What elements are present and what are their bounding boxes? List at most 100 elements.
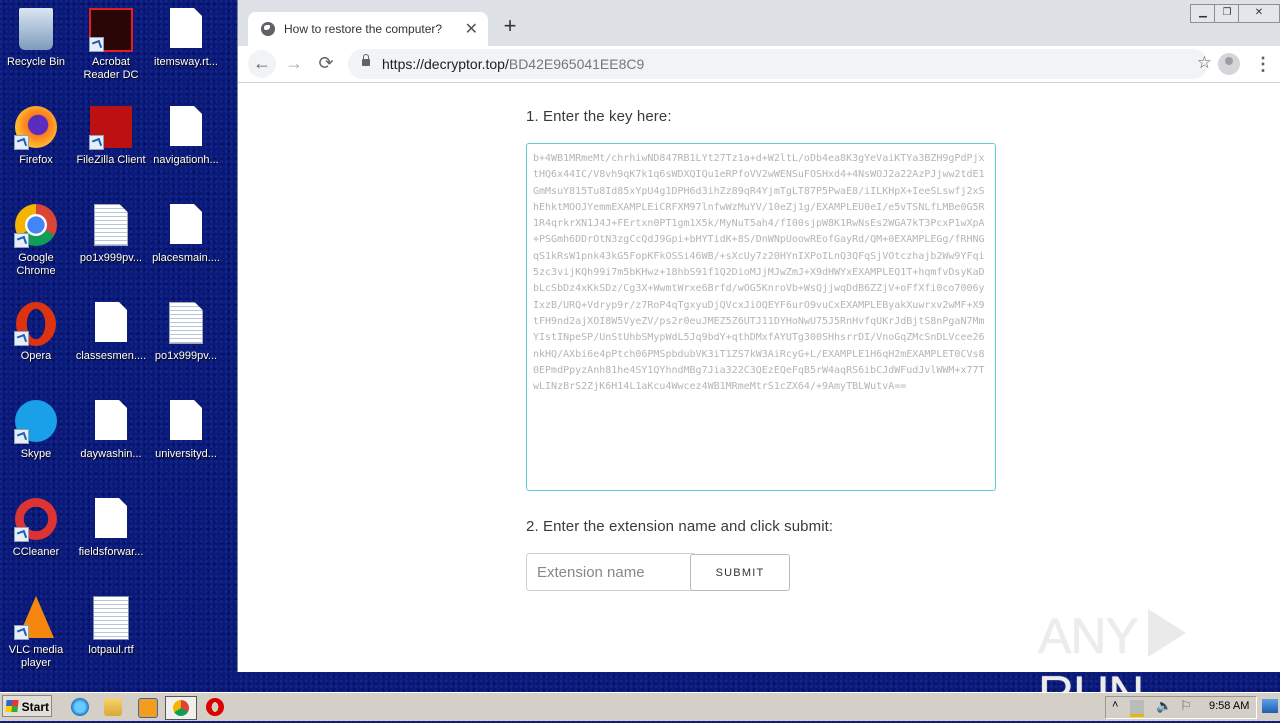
- url-path: BD42E965041EE8C9: [508, 56, 645, 72]
- forward-button[interactable]: →: [280, 50, 308, 78]
- restore-icon: ❐: [1222, 7, 1232, 18]
- desktop-icon[interactable]: classesmen....: [73, 296, 149, 363]
- close-icon: ✕: [1254, 7, 1264, 18]
- desktop-icon-label: po1x999pv...: [154, 350, 218, 362]
- desktop-icon[interactable]: itemsway.rt...: [148, 2, 224, 69]
- text-file-icon: [89, 204, 133, 248]
- desktop-icon-label: Firefox: [19, 154, 53, 166]
- desktop-icon[interactable]: Opera: [0, 296, 74, 363]
- new-tab-button[interactable]: +: [498, 14, 522, 38]
- desktop-icon-label: Google Chrome: [16, 252, 56, 277]
- globe-icon: [261, 22, 275, 36]
- desktop-icon[interactable]: FileZilla Client: [73, 100, 149, 167]
- tab-title: How to restore the computer?: [284, 22, 443, 36]
- skype-icon: [14, 400, 58, 444]
- file-icon: [89, 302, 133, 346]
- bookmark-star-icon[interactable]: ☆: [1197, 53, 1212, 73]
- show-hidden-icons[interactable]: ˄: [1112, 699, 1118, 711]
- recycle-bin-icon: [14, 8, 58, 52]
- tab-close-icon[interactable]: ✕: [465, 19, 478, 39]
- desktop-icon-label: fieldsforwar...: [78, 546, 144, 558]
- file-icon: [164, 8, 208, 52]
- desktop-icon[interactable]: Firefox: [0, 100, 74, 167]
- file-icon: [89, 400, 133, 444]
- url-host: https://decryptor.top/: [382, 56, 509, 72]
- desktop-icon[interactable]: po1x999pv...: [73, 198, 149, 265]
- reload-icon: ⟳: [318, 53, 334, 73]
- firefox-icon: [14, 106, 58, 150]
- desktop-icon[interactable]: fieldsforwar...: [73, 492, 149, 559]
- desktop-icon-label: VLC media player: [8, 644, 64, 669]
- desktop-icon[interactable]: Recycle Bin: [0, 2, 74, 69]
- filezilla-icon: [89, 106, 133, 150]
- desktop-icon[interactable]: VLC media player: [0, 590, 74, 670]
- word-doc-icon: [89, 596, 133, 640]
- media-player-icon[interactable]: [138, 698, 158, 718]
- chrome-taskbar-button[interactable]: [165, 696, 197, 720]
- step1-label: 1. Enter the key here:: [526, 108, 672, 125]
- desktop-icon-label: po1x999pv...: [79, 252, 143, 264]
- menu-dots-icon[interactable]: ⋮: [1254, 52, 1272, 76]
- desktop-icon[interactable]: universityd...: [148, 394, 224, 461]
- desktop-icon[interactable]: navigationh...: [148, 100, 224, 167]
- shortcut-arrow-icon: [14, 233, 29, 248]
- file-icon: [164, 106, 208, 150]
- chrome-icon: [173, 700, 189, 716]
- desktop-icon-label: CCleaner: [12, 546, 60, 558]
- browser-toolbar: ← → ⟳ https://decryptor.top/BD42E965041E…: [238, 46, 1280, 83]
- desktop-icon[interactable]: Acrobat Reader DC: [73, 2, 149, 82]
- submit-button[interactable]: SUBMIT: [690, 554, 790, 591]
- desktop-icon[interactable]: Google Chrome: [0, 198, 74, 278]
- volume-icon[interactable]: 🔈: [1156, 698, 1172, 714]
- text-file-icon: [164, 302, 208, 346]
- desktop-icon-label: Opera: [20, 350, 52, 362]
- explorer-icon[interactable]: [104, 698, 122, 716]
- file-icon: [164, 204, 208, 248]
- desktop-icon-label: placesmain....: [152, 252, 220, 264]
- opera-icon[interactable]: [206, 698, 224, 716]
- clock[interactable]: 9:58 AM: [1209, 700, 1249, 712]
- shortcut-arrow-icon: [14, 625, 29, 640]
- key-textarea[interactable]: [526, 143, 996, 491]
- desktop-icon[interactable]: po1x999pv...: [148, 296, 224, 363]
- shortcut-arrow-icon: [89, 37, 104, 52]
- start-button[interactable]: Start: [2, 695, 52, 717]
- back-button[interactable]: ←: [248, 50, 276, 78]
- arrow-right-icon: →: [285, 53, 303, 73]
- minimize-button[interactable]: ▁: [1190, 4, 1216, 23]
- desktop-icon[interactable]: lotpaul.rtf: [73, 590, 149, 657]
- desktop-icon[interactable]: Skype: [0, 394, 74, 461]
- desktop-icon[interactable]: placesmain....: [148, 198, 224, 265]
- play-logo-icon: [1147, 609, 1186, 657]
- network-warning-icon[interactable]: [1130, 700, 1144, 717]
- action-center-flag-icon[interactable]: ⚐: [1180, 698, 1192, 714]
- close-window-button[interactable]: ✕: [1238, 4, 1280, 23]
- arrow-left-icon: ←: [253, 53, 271, 73]
- shortcut-arrow-icon: [89, 135, 104, 150]
- shortcut-arrow-icon: [14, 527, 29, 542]
- ccleaner-icon: [14, 498, 58, 542]
- reload-button[interactable]: ⟳: [312, 50, 340, 78]
- desktop-icon-label: navigationh...: [153, 154, 219, 166]
- desktop-icon[interactable]: daywashin...: [73, 394, 149, 461]
- acrobat-reader-icon: [89, 8, 133, 52]
- windows-logo-icon: [5, 700, 19, 712]
- tab-strip: How to restore the computer? ✕ + ▁ ❐ ✕: [238, 0, 1280, 46]
- desktop-icon-label: Acrobat Reader DC: [83, 56, 139, 81]
- taskbar: Start ˄ 🔈 ⚐ 9:58 AM: [0, 692, 1280, 721]
- tab-active[interactable]: How to restore the computer? ✕: [248, 12, 488, 46]
- internet-explorer-icon[interactable]: [71, 698, 89, 716]
- lock-icon: [362, 54, 370, 66]
- desktop-icon-label: Recycle Bin: [6, 56, 66, 68]
- extension-name-input[interactable]: [526, 553, 696, 591]
- minimize-icon: ▁: [1199, 7, 1207, 18]
- profile-avatar[interactable]: [1218, 53, 1240, 75]
- chrome-icon: [14, 204, 58, 248]
- file-icon: [89, 498, 133, 542]
- opera-icon: [14, 302, 58, 346]
- address-bar[interactable]: https://decryptor.top/BD42E965041EE8C9 ☆: [348, 49, 1212, 79]
- desktop-icon[interactable]: CCleaner: [0, 492, 74, 559]
- show-desktop-icon[interactable]: [1262, 699, 1278, 713]
- shortcut-arrow-icon: [14, 331, 29, 346]
- restore-button[interactable]: ❐: [1214, 4, 1240, 23]
